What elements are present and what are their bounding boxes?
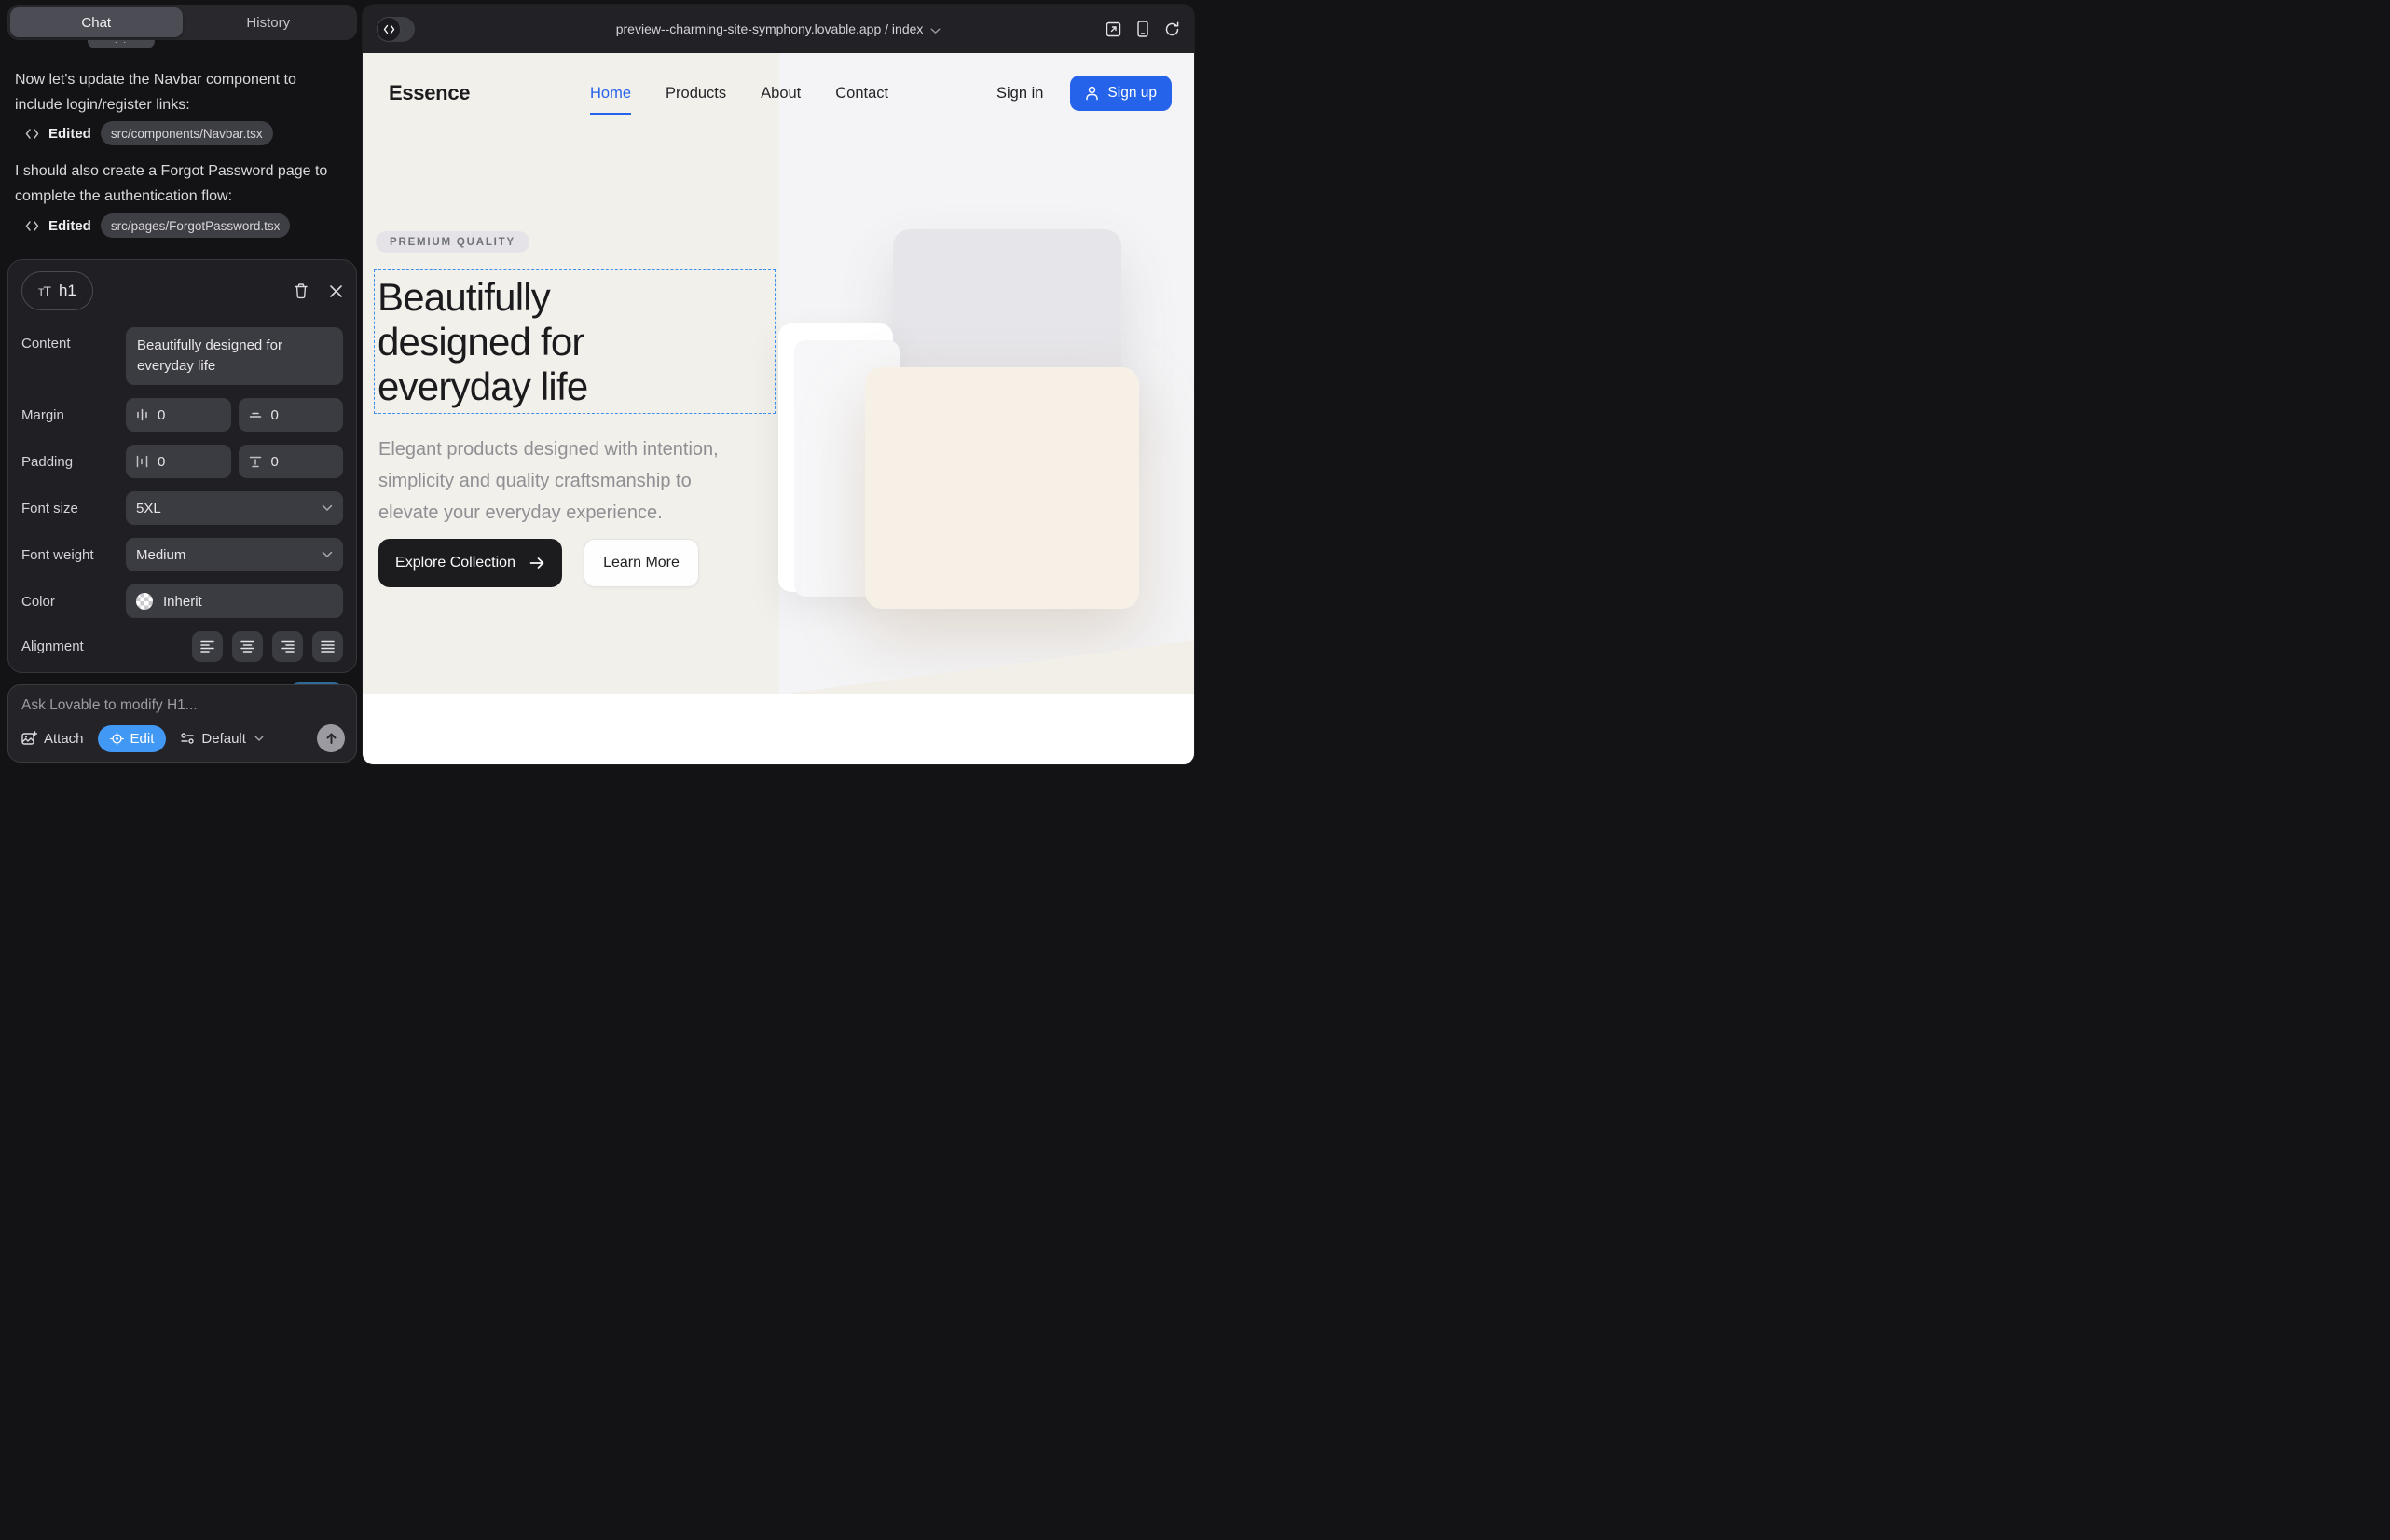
align-right-button[interactable] [272, 631, 303, 662]
nav-link-products[interactable]: Products [666, 85, 726, 115]
edited-file-row: Edited src/components/Navbar.tsx [25, 121, 273, 145]
chevron-down-icon [322, 504, 333, 512]
hero-heading[interactable]: Beautifully designed for everyday life [378, 275, 587, 409]
padding-label: Padding [21, 454, 126, 470]
url-bar[interactable]: preview--charming-site-symphony.lovable.… [363, 21, 1194, 36]
text-type-icon: ᴛT [38, 283, 50, 298]
mode-select[interactable]: Default [180, 731, 264, 747]
color-select[interactable]: Inherit [126, 584, 343, 618]
nav-link-about[interactable]: About [761, 85, 801, 115]
color-swatch-transparent [136, 593, 153, 610]
chat-message: Now let's update the Navbar component to… [15, 67, 345, 117]
font-weight-select[interactable]: Medium [126, 538, 343, 571]
next-section [363, 694, 1194, 764]
sign-up-button[interactable]: Sign up [1070, 76, 1172, 111]
padding-horizontal-icon [136, 455, 148, 468]
chevron-down-icon [322, 551, 333, 558]
chat-composer: Ask Lovable to modify H1... Attach Edit … [7, 684, 357, 763]
attach-image-icon [21, 731, 37, 746]
preview-window: preview--charming-site-symphony.lovable.… [363, 5, 1194, 764]
element-editor-panel: ᴛT h1 Content Beautifully designed for e… [7, 259, 357, 673]
scrolled-chip-overflow: · · [88, 40, 155, 48]
sign-in-link[interactable]: Sign in [996, 85, 1043, 103]
margin-horizontal-input[interactable]: 0 [126, 398, 231, 432]
delete-element-button[interactable] [294, 282, 309, 299]
margin-label: Margin [21, 407, 126, 423]
align-justify-button[interactable] [312, 631, 343, 662]
padding-horizontal-input[interactable]: 0 [126, 445, 231, 478]
chevron-down-icon [254, 736, 264, 742]
mobile-view-icon[interactable] [1137, 21, 1148, 37]
site-navbar: Essence Home Products About Contact Sign… [363, 53, 1194, 139]
composer-input[interactable]: Ask Lovable to modify H1... [21, 697, 343, 714]
edit-mode-button[interactable]: Edit [98, 725, 167, 752]
nav-link-contact[interactable]: Contact [835, 85, 888, 115]
padding-vertical-icon [249, 456, 262, 468]
url-separator: / [881, 21, 892, 36]
preview-path: index [892, 21, 923, 36]
sliders-icon [180, 732, 195, 745]
code-view-toggle[interactable] [377, 17, 415, 42]
code-icon [377, 17, 401, 42]
hero-badge: PREMIUM QUALITY [376, 231, 529, 253]
align-center-button[interactable] [232, 631, 263, 662]
edited-file-chip[interactable]: src/components/Navbar.tsx [101, 121, 273, 145]
open-external-icon[interactable] [1106, 21, 1121, 37]
font-weight-label: Font weight [21, 547, 126, 563]
element-tag-label: h1 [59, 282, 76, 300]
tab-chat[interactable]: Chat [10, 7, 183, 37]
close-panel-button[interactable] [329, 284, 343, 298]
learn-more-button[interactable]: Learn More [584, 539, 699, 587]
margin-vertical-input[interactable]: 0 [239, 398, 344, 432]
font-size-select[interactable]: 5XL [126, 491, 343, 525]
font-size-label: Font size [21, 501, 126, 516]
send-button[interactable] [317, 724, 345, 752]
chat-history-tabbar: Chat History [7, 5, 357, 40]
preview-domain: preview--charming-site-symphony.lovable.… [616, 21, 882, 36]
attach-button[interactable]: Attach [21, 731, 84, 747]
site-preview: Essence Home Products About Contact Sign… [363, 53, 1194, 764]
site-logo[interactable]: Essence [389, 81, 470, 105]
preview-toolbar: preview--charming-site-symphony.lovable.… [363, 5, 1194, 53]
margin-vertical-icon [249, 409, 262, 421]
explore-collection-button[interactable]: Explore Collection [378, 539, 562, 587]
chevron-down-icon [930, 28, 941, 34]
refresh-icon[interactable] [1164, 21, 1180, 37]
color-label: Color [21, 594, 126, 610]
arrow-right-icon [529, 557, 545, 570]
target-icon [110, 732, 124, 746]
edited-file-row: Edited src/pages/ForgotPassword.tsx [25, 213, 290, 238]
edit-action-label: Edited [48, 126, 91, 142]
edited-file-chip[interactable]: src/pages/ForgotPassword.tsx [101, 213, 291, 238]
code-icon [25, 220, 39, 232]
alignment-label: Alignment [21, 639, 126, 654]
edit-action-label: Edited [48, 218, 91, 234]
hero-paragraph: Elegant products designed with intention… [378, 433, 719, 529]
margin-horizontal-icon [136, 408, 148, 421]
nav-link-home[interactable]: Home [590, 85, 631, 115]
tab-history[interactable]: History [183, 7, 355, 37]
content-label: Content [21, 336, 126, 351]
padding-vertical-input[interactable]: 0 [239, 445, 344, 478]
code-icon [25, 128, 39, 140]
align-left-button[interactable] [192, 631, 223, 662]
user-icon [1085, 86, 1099, 101]
decor-card-beige [865, 367, 1139, 609]
chat-message: I should also create a Forgot Password p… [15, 158, 345, 209]
selected-element-pill[interactable]: ᴛT h1 [21, 271, 93, 310]
content-input[interactable]: Beautifully designed for everyday life [126, 327, 343, 385]
